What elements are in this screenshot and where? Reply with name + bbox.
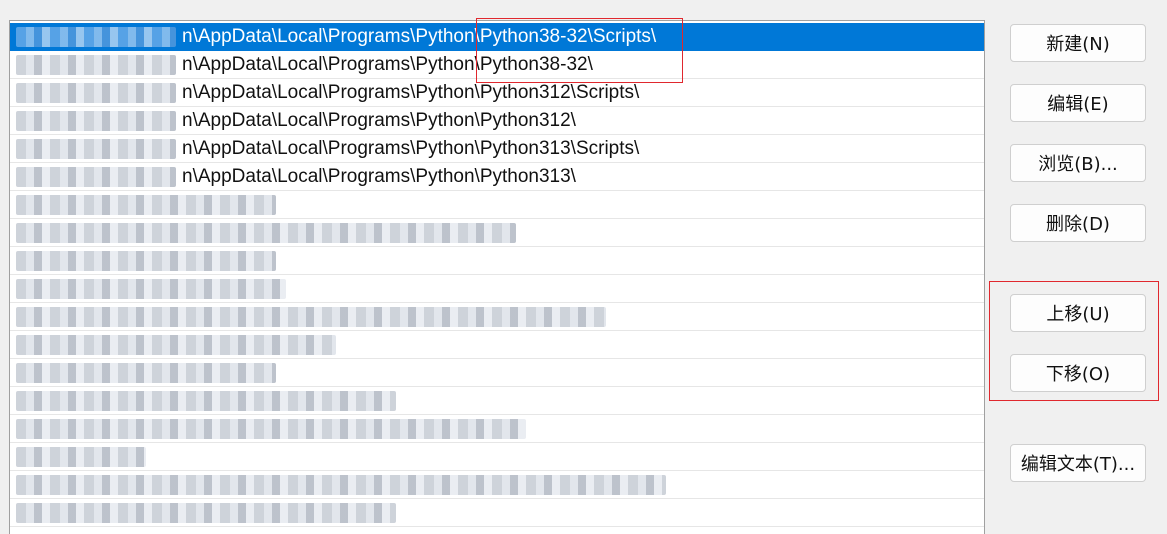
redacted-text: [16, 307, 606, 327]
redacted-text: [16, 83, 176, 103]
redacted-text: [16, 111, 176, 131]
path-text: n\AppData\Local\Programs\Python\Python38…: [182, 26, 657, 47]
path-text: n\AppData\Local\Programs\Python\Python31…: [182, 110, 576, 131]
path-text: n\AppData\Local\Programs\Python\Python38…: [182, 54, 593, 75]
redacted-text: [16, 363, 276, 383]
path-list-row[interactable]: [10, 359, 984, 387]
path-list-row[interactable]: [10, 415, 984, 443]
path-list-row[interactable]: n\AppData\Local\Programs\Python\Python38…: [10, 23, 984, 51]
environment-path-list[interactable]: n\AppData\Local\Programs\Python\Python38…: [9, 20, 985, 534]
move-down-button[interactable]: 下移(O): [1010, 354, 1146, 392]
path-list-row[interactable]: [10, 331, 984, 359]
delete-button[interactable]: 删除(D): [1010, 204, 1146, 242]
path-list-row[interactable]: [10, 471, 984, 499]
path-list-row[interactable]: n\AppData\Local\Programs\Python\Python31…: [10, 107, 984, 135]
redacted-text: [16, 251, 276, 271]
edit-text-button[interactable]: 编辑文本(T)...: [1010, 444, 1146, 482]
browse-button[interactable]: 浏览(B)...: [1010, 144, 1146, 182]
path-list-row[interactable]: n\AppData\Local\Programs\Python\Python31…: [10, 135, 984, 163]
path-list-row[interactable]: [10, 499, 984, 527]
edit-button[interactable]: 编辑(E): [1010, 84, 1146, 122]
path-list-row[interactable]: [10, 303, 984, 331]
redacted-text: [16, 167, 176, 187]
path-list-row[interactable]: [10, 191, 984, 219]
path-list-row[interactable]: [10, 387, 984, 415]
path-list-row[interactable]: n\AppData\Local\Programs\Python\Python38…: [10, 51, 984, 79]
redacted-text: [16, 27, 176, 47]
redacted-text: [16, 391, 396, 411]
new-button[interactable]: 新建(N): [1010, 24, 1146, 62]
move-up-button[interactable]: 上移(U): [1010, 294, 1146, 332]
path-list-row[interactable]: [10, 219, 984, 247]
redacted-text: [16, 139, 176, 159]
path-list-row[interactable]: [10, 443, 984, 471]
path-text: n\AppData\Local\Programs\Python\Python31…: [182, 138, 640, 159]
path-list-row[interactable]: n\AppData\Local\Programs\Python\Python31…: [10, 163, 984, 191]
path-text: n\AppData\Local\Programs\Python\Python31…: [182, 166, 576, 187]
redacted-text: [16, 447, 146, 467]
path-text: n\AppData\Local\Programs\Python\Python31…: [182, 82, 640, 103]
redacted-text: [16, 55, 176, 75]
redacted-text: [16, 475, 666, 495]
redacted-text: [16, 335, 336, 355]
redacted-text: [16, 195, 276, 215]
redacted-text: [16, 419, 526, 439]
path-list-row[interactable]: n\AppData\Local\Programs\Python\Python31…: [10, 79, 984, 107]
path-list-row[interactable]: [10, 275, 984, 303]
redacted-text: [16, 503, 396, 523]
redacted-text: [16, 279, 286, 299]
path-list-row[interactable]: [10, 247, 984, 275]
redacted-text: [16, 223, 516, 243]
